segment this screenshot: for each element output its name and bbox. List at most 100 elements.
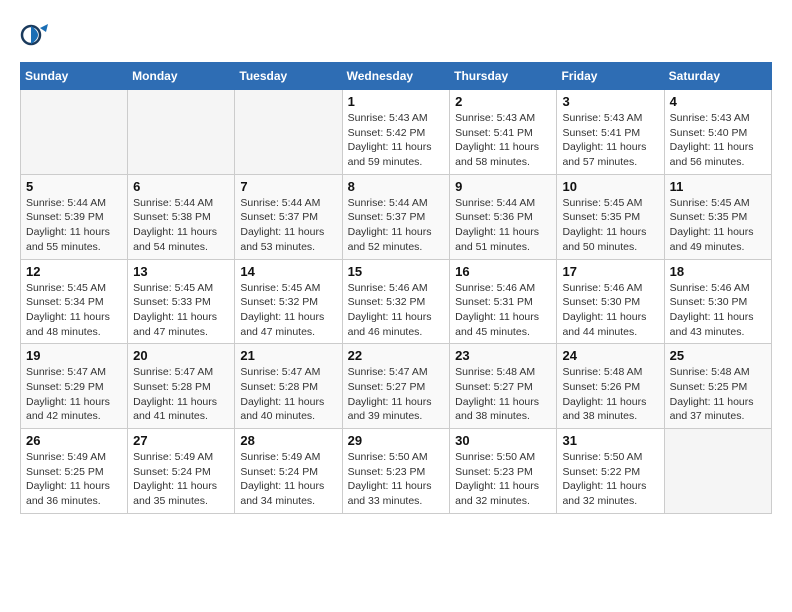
weekday-header-friday: Friday [557, 63, 664, 90]
day-info: Sunrise: 5:44 AM Sunset: 5:36 PM Dayligh… [455, 196, 551, 255]
day-number: 3 [562, 94, 658, 109]
day-number: 7 [240, 179, 336, 194]
day-number: 20 [133, 348, 229, 363]
calendar-cell: 24 Sunrise: 5:48 AM Sunset: 5:26 PM Dayli… [557, 344, 664, 429]
day-number: 14 [240, 264, 336, 279]
calendar-cell: 9 Sunrise: 5:44 AM Sunset: 5:36 PM Daylig… [450, 174, 557, 259]
day-info: Sunrise: 5:45 AM Sunset: 5:35 PM Dayligh… [670, 196, 766, 255]
day-info: Sunrise: 5:45 AM Sunset: 5:32 PM Dayligh… [240, 281, 336, 340]
calendar-cell: 13 Sunrise: 5:45 AM Sunset: 5:33 PM Dayli… [128, 259, 235, 344]
calendar-cell: 21Sunrise: 5:47 AM Sunset: 5:28 PM Dayli… [235, 344, 342, 429]
day-info: Sunrise: 5:48 AM Sunset: 5:25 PM Dayligh… [670, 365, 766, 424]
weekday-header-wednesday: Wednesday [342, 63, 450, 90]
weekday-header-saturday: Saturday [664, 63, 771, 90]
calendar-cell: 31 Sunrise: 5:50 AM Sunset: 5:22 PM Dayli… [557, 429, 664, 514]
calendar-cell: 10 Sunrise: 5:45 AM Sunset: 5:35 PM Dayli… [557, 174, 664, 259]
day-number: 25 [670, 348, 766, 363]
day-info: Sunrise: 5:43 AM Sunset: 5:41 PM Dayligh… [562, 111, 658, 170]
calendar-cell: 14 Sunrise: 5:45 AM Sunset: 5:32 PM Dayli… [235, 259, 342, 344]
day-info: Sunrise: 5:46 AM Sunset: 5:30 PM Dayligh… [670, 281, 766, 340]
calendar-cell: 7 Sunrise: 5:44 AM Sunset: 5:37 PM Daylig… [235, 174, 342, 259]
day-info: Sunrise: 5:48 AM Sunset: 5:26 PM Dayligh… [562, 365, 658, 424]
day-info: Sunrise: 5:46 AM Sunset: 5:32 PM Dayligh… [348, 281, 445, 340]
weekday-header-tuesday: Tuesday [235, 63, 342, 90]
day-info: Sunrise: 5:43 AM Sunset: 5:41 PM Dayligh… [455, 111, 551, 170]
day-info: Sunrise: 5:49 AM Sunset: 5:24 PM Dayligh… [133, 450, 229, 509]
calendar-cell [664, 429, 771, 514]
calendar-cell: 25 Sunrise: 5:48 AM Sunset: 5:25 PM Dayli… [664, 344, 771, 429]
day-number: 16 [455, 264, 551, 279]
calendar-cell: 17 Sunrise: 5:46 AM Sunset: 5:30 PM Dayli… [557, 259, 664, 344]
day-number: 6 [133, 179, 229, 194]
calendar-cell: 15 Sunrise: 5:46 AM Sunset: 5:32 PM Dayli… [342, 259, 450, 344]
day-number: 8 [348, 179, 445, 194]
calendar-cell: 4 Sunrise: 5:43 AM Sunset: 5:40 PM Daylig… [664, 90, 771, 175]
day-info: Sunrise: 5:45 AM Sunset: 5:34 PM Dayligh… [26, 281, 122, 340]
day-number: 18 [670, 264, 766, 279]
day-info: Sunrise: 5:45 AM Sunset: 5:33 PM Dayligh… [133, 281, 229, 340]
day-info: Sunrise: 5:50 AM Sunset: 5:23 PM Dayligh… [348, 450, 445, 509]
day-info: Sunrise: 5:48 AM Sunset: 5:27 PM Dayligh… [455, 365, 551, 424]
calendar-cell: 29 Sunrise: 5:50 AM Sunset: 5:23 PM Dayli… [342, 429, 450, 514]
day-info: Sunrise: 5:43 AM Sunset: 5:42 PM Dayligh… [348, 111, 445, 170]
weekday-header-sunday: Sunday [21, 63, 128, 90]
day-number: 24 [562, 348, 658, 363]
calendar-cell: 5Sunrise: 5:44 AM Sunset: 5:39 PM Daylig… [21, 174, 128, 259]
day-number: 19 [26, 348, 122, 363]
day-info: Sunrise: 5:50 AM Sunset: 5:22 PM Dayligh… [562, 450, 658, 509]
calendar-cell: 19 Sunrise: 5:47 AM Sunset: 5:29 PM Dayli… [21, 344, 128, 429]
calendar-cell: 30Sunrise: 5:50 AM Sunset: 5:23 PM Dayli… [450, 429, 557, 514]
calendar-cell: 2 Sunrise: 5:43 AM Sunset: 5:41 PM Daylig… [450, 90, 557, 175]
weekday-header-monday: Monday [128, 63, 235, 90]
day-number: 28 [240, 433, 336, 448]
day-number: 23 [455, 348, 551, 363]
day-info: Sunrise: 5:46 AM Sunset: 5:30 PM Dayligh… [562, 281, 658, 340]
day-info: Sunrise: 5:49 AM Sunset: 5:24 PM Dayligh… [240, 450, 336, 509]
calendar-cell: 8 Sunrise: 5:44 AM Sunset: 5:37 PM Daylig… [342, 174, 450, 259]
day-number: 17 [562, 264, 658, 279]
day-info: Sunrise: 5:44 AM Sunset: 5:37 PM Dayligh… [240, 196, 336, 255]
calendar-cell: 1 Sunrise: 5:43 AM Sunset: 5:42 PM Daylig… [342, 90, 450, 175]
day-number: 12 [26, 264, 122, 279]
day-info: Sunrise: 5:47 AM Sunset: 5:29 PM Dayligh… [26, 365, 122, 424]
day-number: 4 [670, 94, 766, 109]
day-info: Sunrise: 5:49 AM Sunset: 5:25 PM Dayligh… [26, 450, 122, 509]
calendar-cell: 23 Sunrise: 5:48 AM Sunset: 5:27 PM Dayli… [450, 344, 557, 429]
day-info: Sunrise: 5:43 AM Sunset: 5:40 PM Dayligh… [670, 111, 766, 170]
day-number: 10 [562, 179, 658, 194]
calendar-cell: 6 Sunrise: 5:44 AM Sunset: 5:38 PM Daylig… [128, 174, 235, 259]
day-info: Sunrise: 5:47 AM Sunset: 5:27 PM Dayligh… [348, 365, 445, 424]
day-info: Sunrise: 5:45 AM Sunset: 5:35 PM Dayligh… [562, 196, 658, 255]
day-number: 9 [455, 179, 551, 194]
calendar-cell: 16 Sunrise: 5:46 AM Sunset: 5:31 PM Dayli… [450, 259, 557, 344]
calendar-cell: 11Sunrise: 5:45 AM Sunset: 5:35 PM Dayli… [664, 174, 771, 259]
day-info: Sunrise: 5:44 AM Sunset: 5:37 PM Dayligh… [348, 196, 445, 255]
day-number: 30 [455, 433, 551, 448]
day-number: 15 [348, 264, 445, 279]
day-number: 26 [26, 433, 122, 448]
day-info: Sunrise: 5:46 AM Sunset: 5:31 PM Dayligh… [455, 281, 551, 340]
day-info: Sunrise: 5:44 AM Sunset: 5:38 PM Dayligh… [133, 196, 229, 255]
calendar-cell: 27 Sunrise: 5:49 AM Sunset: 5:24 PM Dayli… [128, 429, 235, 514]
day-number: 31 [562, 433, 658, 448]
calendar-cell [128, 90, 235, 175]
calendar-cell [21, 90, 128, 175]
calendar-cell: 3 Sunrise: 5:43 AM Sunset: 5:41 PM Daylig… [557, 90, 664, 175]
day-number: 2 [455, 94, 551, 109]
day-number: 21 [240, 348, 336, 363]
day-number: 29 [348, 433, 445, 448]
calendar-cell: 12 Sunrise: 5:45 AM Sunset: 5:34 PM Dayli… [21, 259, 128, 344]
calendar-cell [235, 90, 342, 175]
day-number: 5 [26, 179, 122, 194]
day-number: 1 [348, 94, 445, 109]
day-number: 22 [348, 348, 445, 363]
calendar-cell: 20 Sunrise: 5:47 AM Sunset: 5:28 PM Dayli… [128, 344, 235, 429]
day-number: 27 [133, 433, 229, 448]
calendar-cell: 28 Sunrise: 5:49 AM Sunset: 5:24 PM Dayli… [235, 429, 342, 514]
logo [20, 20, 54, 50]
day-number: 13 [133, 264, 229, 279]
calendar-cell: 18 Sunrise: 5:46 AM Sunset: 5:30 PM Dayli… [664, 259, 771, 344]
weekday-header-thursday: Thursday [450, 63, 557, 90]
calendar-table: SundayMondayTuesdayWednesdayThursdayFrid… [20, 62, 772, 514]
day-info: Sunrise: 5:47 AM Sunset: 5:28 PM Dayligh… [133, 365, 229, 424]
